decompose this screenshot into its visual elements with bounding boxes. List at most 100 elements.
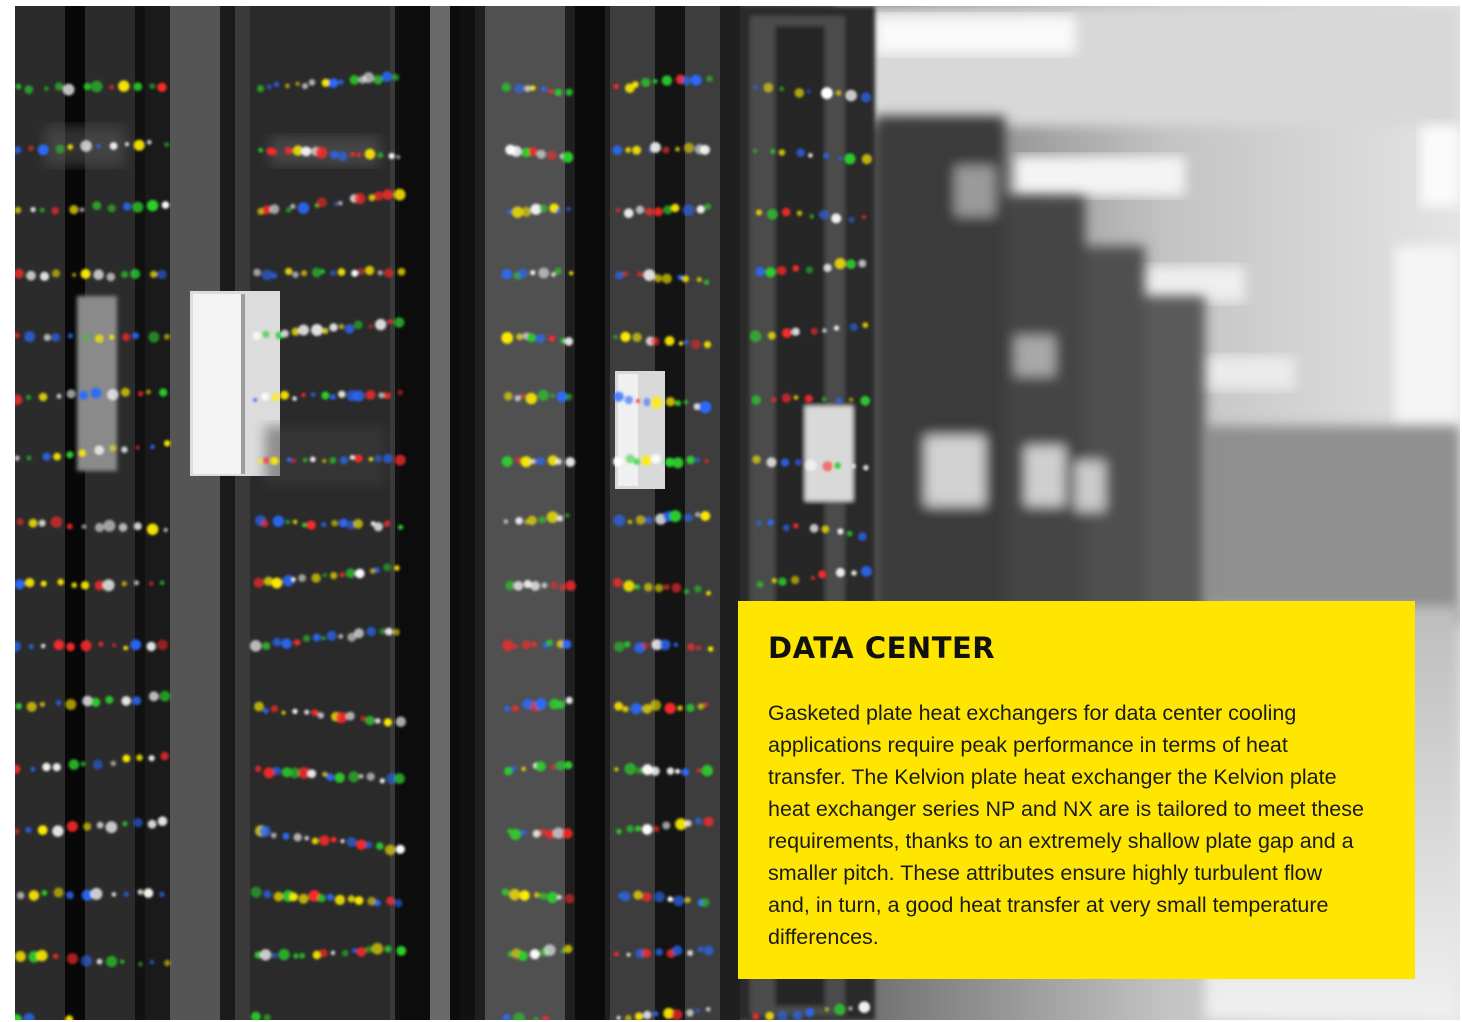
status-led (353, 519, 363, 529)
status-led (781, 393, 792, 403)
status-led (858, 532, 867, 541)
status-led (616, 1015, 621, 1020)
status-led (756, 209, 762, 216)
status-led (133, 580, 140, 586)
status-led (250, 886, 262, 898)
status-led (330, 950, 336, 956)
status-led (665, 397, 676, 407)
status-led (304, 709, 310, 715)
status-led (765, 267, 776, 278)
status-led (379, 628, 386, 635)
status-led (684, 820, 692, 827)
status-led (118, 80, 130, 92)
status-led (311, 573, 321, 583)
status-led (317, 712, 325, 719)
status-led (105, 695, 114, 704)
status-led (517, 268, 528, 279)
status-led (271, 832, 277, 839)
status-led (862, 215, 866, 219)
status-led (809, 523, 819, 533)
status-led (360, 716, 366, 722)
status-led (290, 203, 296, 209)
status-led (627, 519, 633, 525)
status-led (831, 213, 842, 224)
status-led (374, 454, 382, 463)
status-led (375, 718, 381, 724)
status-led (525, 392, 538, 405)
status-led (642, 642, 649, 649)
status-led (675, 768, 681, 774)
status-led (26, 270, 36, 281)
status-led (67, 953, 78, 965)
status-led (534, 892, 540, 898)
status-led (701, 764, 713, 777)
status-led (263, 708, 269, 714)
status-led (106, 955, 118, 968)
status-led (132, 201, 144, 213)
status-led (752, 455, 761, 464)
status-led (302, 457, 308, 463)
status-led (164, 142, 170, 148)
status-led (262, 456, 270, 465)
status-led (752, 1013, 760, 1020)
status-led (330, 270, 336, 276)
status-led (387, 319, 393, 325)
status-led (161, 201, 170, 209)
status-led (72, 272, 77, 277)
status-led (273, 891, 284, 902)
status-led (373, 522, 383, 532)
status-led (667, 896, 674, 902)
status-led (347, 895, 355, 903)
status-led (150, 444, 155, 450)
status-led (301, 270, 308, 277)
status-led (626, 825, 634, 833)
status-led (516, 333, 523, 341)
status-led (272, 637, 282, 647)
status-led (258, 147, 263, 153)
status-led (42, 762, 51, 772)
status-led (164, 333, 170, 340)
status-led (677, 705, 683, 711)
status-led (335, 711, 348, 724)
status-led (132, 696, 142, 706)
status-led (25, 578, 35, 588)
status-led (519, 890, 530, 901)
status-led (269, 204, 280, 215)
status-led (24, 331, 36, 343)
status-led (541, 86, 547, 92)
status-led (791, 327, 800, 336)
status-led (527, 515, 537, 526)
status-led (860, 395, 871, 406)
status-led (124, 142, 130, 147)
status-led (159, 690, 171, 702)
status-led (521, 206, 532, 217)
status-led (653, 207, 663, 217)
status-led (356, 947, 367, 957)
status-led (756, 519, 763, 526)
status-led (321, 522, 327, 528)
status-led (121, 696, 131, 706)
status-led (671, 203, 680, 213)
status-led (330, 836, 337, 843)
status-led (837, 156, 843, 161)
status-led (557, 894, 562, 900)
status-led (112, 643, 117, 648)
status-led (41, 890, 48, 896)
status-led (704, 458, 709, 464)
status-led (386, 896, 395, 906)
status-led (255, 765, 262, 772)
status-led (794, 459, 802, 466)
status-led (766, 457, 777, 468)
status-led (330, 394, 336, 400)
status-led (551, 272, 556, 277)
status-led (662, 146, 670, 154)
status-led (796, 210, 803, 216)
status-led (346, 837, 357, 847)
status-led (261, 392, 270, 401)
status-led (381, 71, 393, 82)
status-led (149, 959, 155, 965)
status-led (612, 145, 623, 155)
status-led (625, 454, 635, 464)
status-led (651, 453, 661, 464)
status-led (91, 697, 101, 707)
